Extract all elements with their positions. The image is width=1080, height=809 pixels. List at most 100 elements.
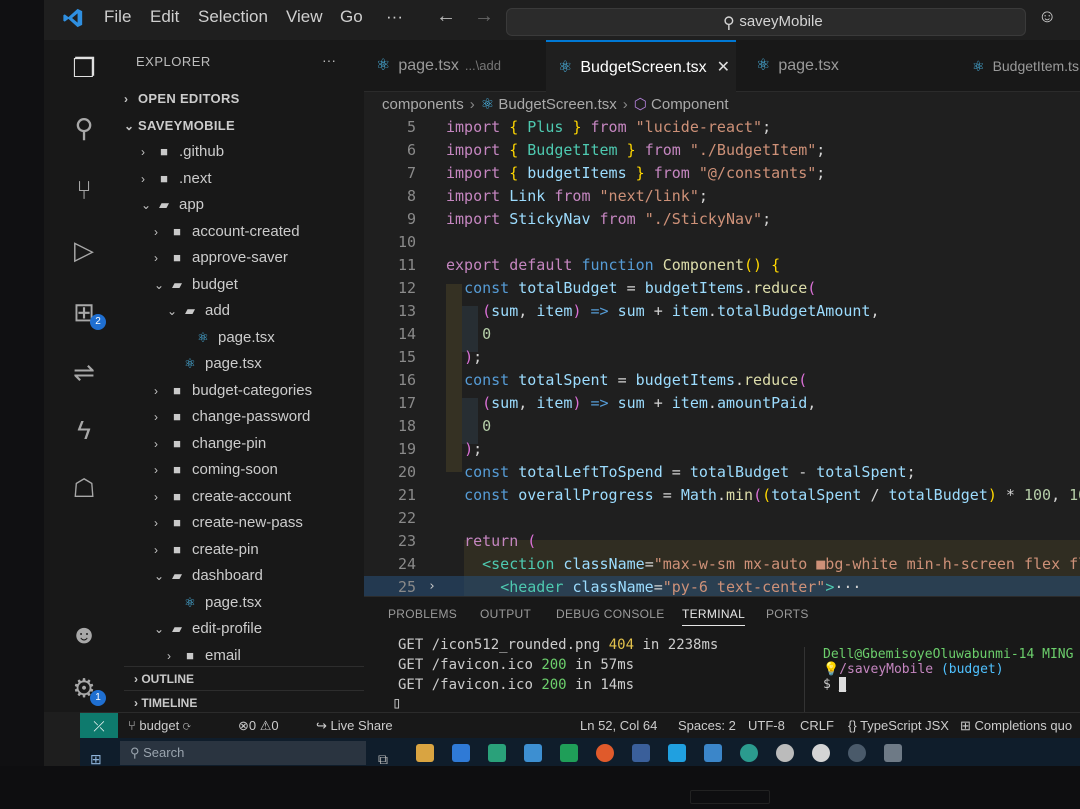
terminal-prompt-branch: (budget) (940, 662, 1004, 677)
panel-tab-debug-console[interactable]: DEBUG CONSOLE (556, 607, 665, 621)
taskbar-app-icon[interactable] (452, 744, 470, 762)
run-debug-icon[interactable]: ▷ (64, 230, 104, 270)
task-view-icon[interactable]: ⧉ (378, 744, 396, 767)
tree-item[interactable]: › ■ account-created (124, 219, 364, 246)
tree-item[interactable]: › ■ create-account (124, 484, 364, 511)
tree-item[interactable]: › ■ approve-saver (124, 245, 364, 272)
explorer-files-icon[interactable]: ❐ (64, 48, 104, 88)
chevron-down-icon: ⌄ (154, 277, 165, 292)
tree-item-label: budget-categories (192, 381, 313, 399)
taskbar-app-icon[interactable] (560, 744, 578, 762)
tree-item[interactable]: ⌄ ▰ budget (124, 272, 364, 299)
tab-page-add[interactable]: ⚛ page.tsx ...\add (364, 40, 540, 92)
tree-item-label: .next (179, 169, 212, 187)
encoding[interactable]: UTF-8 (748, 713, 785, 739)
tree-item[interactable]: ⌄ ▰ dashboard (124, 563, 364, 590)
tree-item[interactable]: ⌄ ▰ app (124, 192, 364, 219)
remote-indicator-icon[interactable]: ⤫ (80, 713, 118, 739)
fold-chevron-icon[interactable]: › (428, 576, 436, 596)
folder-icon: ■ (173, 515, 181, 530)
panel-tab-problems[interactable]: PROBLEMS (388, 607, 457, 621)
braces-icon: {} (848, 718, 861, 733)
taskbar-app-icon[interactable] (416, 744, 434, 762)
tree-item[interactable]: › ■ change-pin (124, 431, 364, 458)
chevron-right-icon: › (154, 542, 158, 557)
tree-item[interactable]: › ■ change-password (124, 404, 364, 431)
breadcrumb-folder[interactable]: components (382, 96, 464, 113)
back-arrow-icon[interactable]: ← (436, 5, 456, 27)
windows-start-icon[interactable]: ⊞ (90, 744, 108, 767)
menu-selection[interactable]: Selection (198, 7, 268, 27)
indentation[interactable]: Spaces: 2 (678, 713, 736, 739)
problems-indicator[interactable]: ⊗0 ⚠0 (238, 713, 279, 739)
tree-item[interactable]: › ■ create-new-pass (124, 510, 364, 537)
menu-go[interactable]: Go (340, 7, 363, 27)
panel-tab-output[interactable]: OUTPUT (480, 607, 531, 621)
close-icon[interactable]: ✕ (717, 59, 730, 76)
tree-item[interactable]: › ■ create-pin (124, 537, 364, 564)
tab-budgetitem[interactable]: ⚛ BudgetItem.ts (960, 40, 1080, 92)
project-section[interactable]: ⌄ SAVEYMOBILE (124, 113, 364, 140)
robot-icon[interactable]: ☖ (64, 468, 104, 508)
taskbar-search-box[interactable]: ⚲ Search (120, 741, 366, 765)
tree-item[interactable]: › ■ coming-soon (124, 457, 364, 484)
taskbar-app-icon[interactable] (632, 744, 650, 762)
cursor-position[interactable]: Ln 52, Col 64 (580, 713, 657, 739)
lightning-icon[interactable]: ϟ (64, 410, 104, 450)
tree-item[interactable]: › ■ budget-categories (124, 378, 364, 405)
end-of-line[interactable]: CRLF (800, 713, 834, 739)
settings-gear-icon[interactable]: ⚙ 1 (64, 668, 106, 708)
remote-explorer-icon[interactable]: ⇌ (64, 352, 104, 392)
language-mode[interactable]: {} TypeScript JSX (848, 713, 949, 739)
forward-arrow-icon[interactable]: → (474, 5, 494, 27)
completions-status[interactable]: ⊞ Completions quo (960, 713, 1080, 739)
menu-file[interactable]: File (104, 7, 131, 27)
tree-item[interactable]: › ■ .github (124, 139, 364, 166)
open-editors-section[interactable]: › OPEN EDITORS (124, 86, 364, 113)
tree-item[interactable]: ⌄ ▰ edit-profile (124, 616, 364, 643)
menu-more[interactable]: ··· (386, 7, 403, 27)
branch-indicator[interactable]: ⑂ budget ⟳ (128, 713, 191, 739)
breadcrumb-symbol[interactable]: Component (651, 96, 729, 113)
line-number: 22 (397, 509, 416, 527)
taskbar-app-icon[interactable] (884, 744, 902, 762)
taskbar-app-icon[interactable] (524, 744, 542, 762)
search-icon: ⚲ (723, 15, 735, 32)
line-number: 17 (397, 394, 416, 412)
menu-view[interactable]: View (286, 7, 323, 27)
account-icon[interactable]: ☻ (64, 614, 104, 654)
taskbar-app-icon[interactable] (740, 744, 758, 762)
code-editor[interactable]: 5 import { Plus } from "lucide-react"; 6 im… (364, 118, 1080, 596)
timeline-section[interactable]: › TIMELINE (124, 690, 364, 712)
tree-item[interactable]: ⚛ page.tsx (124, 325, 364, 352)
tree-item[interactable]: ⌄ ▰ add (124, 298, 364, 325)
source-control-icon[interactable]: ⑂ (64, 170, 104, 210)
taskbar-vscode-icon[interactable] (704, 744, 722, 762)
cursor-icon: ▯ (392, 693, 402, 712)
panel-tab-ports[interactable]: PORTS (766, 607, 809, 621)
tab-budgetscreen[interactable]: ⚛ BudgetScreen.tsx ✕ (546, 40, 736, 92)
extensions-icon[interactable]: ⊞ 2 (64, 292, 106, 332)
copilot-icon[interactable]: ☺ (1038, 6, 1056, 27)
taskbar-app-icon[interactable] (848, 744, 866, 762)
tree-item[interactable]: ⚛ page.tsx (124, 590, 364, 617)
code-line: const totalBudget = budgetItems.reduce( (464, 279, 817, 297)
tree-item[interactable]: ⚛ page.tsx (124, 351, 364, 378)
tab-page[interactable]: ⚛ page.tsx (744, 40, 944, 92)
outline-section[interactable]: › OUTLINE (124, 666, 364, 690)
tree-item[interactable]: › ■ .next (124, 166, 364, 193)
live-share-button[interactable]: ↪ Live Share (316, 713, 393, 739)
taskbar-app-icon[interactable] (812, 744, 830, 762)
command-center-search[interactable]: ⚲ saveyMobile (506, 8, 1026, 36)
search-icon[interactable]: ⚲ (64, 108, 104, 148)
taskbar-app-icon[interactable] (596, 744, 614, 762)
menu-edit[interactable]: Edit (150, 7, 179, 27)
explorer-more-icon[interactable]: ··· (322, 52, 336, 68)
taskbar-app-icon[interactable] (668, 744, 686, 762)
terminal-second-pane[interactable]: Dell@GbemisoyeOluwabunmi-14 MING 💡/savey… (804, 647, 1080, 713)
taskbar-app-icon[interactable] (488, 744, 506, 762)
taskbar-app-icon[interactable] (776, 744, 794, 762)
panel-tab-terminal[interactable]: TERMINAL (682, 607, 746, 626)
terminal-log-line: GET /icon512_rounded.png 404 in 2238ms (398, 637, 718, 653)
breadcrumb-file[interactable]: BudgetScreen.tsx (498, 96, 616, 113)
